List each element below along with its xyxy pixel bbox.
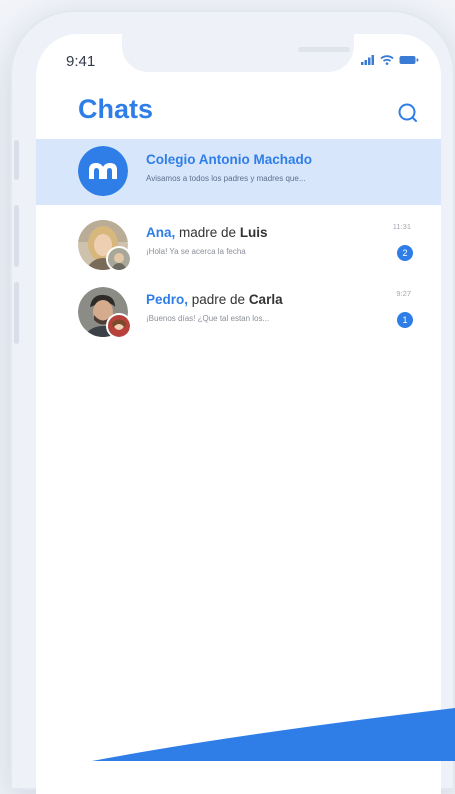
decorative-wave bbox=[92, 708, 455, 761]
